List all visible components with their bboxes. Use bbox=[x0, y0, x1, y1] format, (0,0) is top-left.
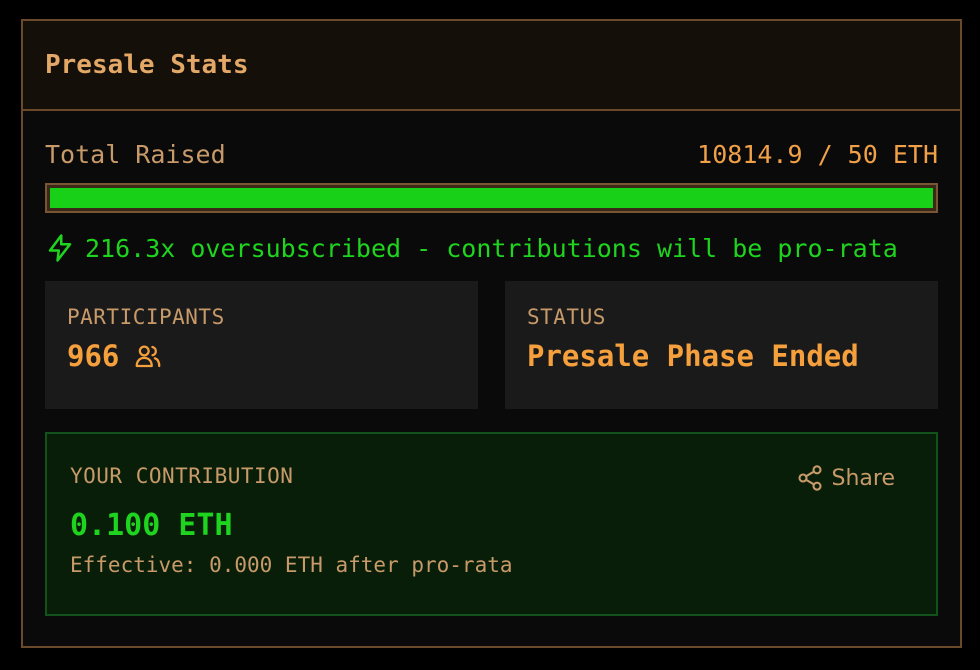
participants-value-row: 966 bbox=[67, 339, 456, 373]
status-stat: STATUS Presale Phase Ended bbox=[505, 281, 938, 409]
stats-grid: PARTICIPANTS 966 STATUS Presale Phase En… bbox=[45, 281, 938, 409]
share-label: Share bbox=[831, 465, 896, 491]
participants-label: PARTICIPANTS bbox=[67, 305, 225, 329]
raise-progress-bar bbox=[45, 183, 938, 213]
card-header: Presale Stats bbox=[23, 21, 960, 111]
share-icon bbox=[796, 464, 824, 492]
presale-stats-card: Presale Stats Total Raised 10814.9 / 50 … bbox=[21, 19, 962, 648]
users-icon bbox=[133, 341, 163, 371]
contribution-amount: 0.100 ETH bbox=[70, 508, 233, 543]
status-value: Presale Phase Ended bbox=[527, 339, 859, 373]
total-raised-row: Total Raised 10814.9 / 50 ETH bbox=[45, 137, 938, 171]
total-raised-value: 10814.9 / 50 ETH bbox=[697, 139, 938, 169]
status-label: STATUS bbox=[527, 305, 606, 329]
participants-stat: PARTICIPANTS 966 bbox=[45, 281, 478, 409]
your-contribution-panel: YOUR CONTRIBUTION Share 0.100 ETH Effect… bbox=[45, 432, 938, 616]
oversubscription-text: 216.3x oversubscribed - contributions wi… bbox=[85, 233, 898, 263]
raise-progress-fill bbox=[50, 188, 933, 208]
total-raised-label: Total Raised bbox=[45, 139, 226, 169]
lightning-bolt-icon bbox=[45, 233, 75, 263]
contribution-effective: Effective: 0.000 ETH after pro-rata bbox=[70, 553, 513, 577]
contribution-label: YOUR CONTRIBUTION bbox=[70, 464, 294, 488]
participants-count: 966 bbox=[67, 339, 120, 373]
card-body: Total Raised 10814.9 / 50 ETH 216.3x ove… bbox=[23, 137, 960, 616]
card-title: Presale Stats bbox=[45, 50, 249, 80]
share-button[interactable]: Share bbox=[796, 464, 896, 492]
oversubscription-notice: 216.3x oversubscribed - contributions wi… bbox=[45, 231, 938, 265]
